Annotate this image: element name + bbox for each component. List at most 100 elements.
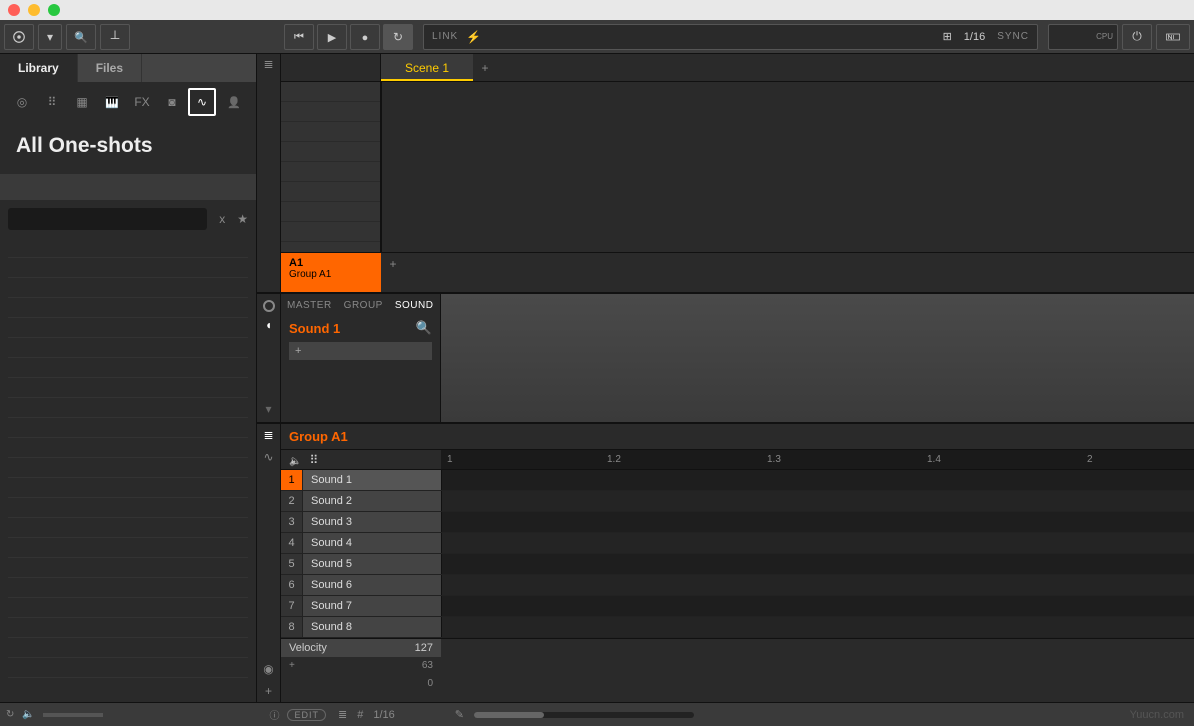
list-item[interactable]: [8, 298, 248, 318]
browser-toggle-button[interactable]: [66, 24, 96, 50]
list-item[interactable]: [8, 318, 248, 338]
favorites-toggle[interactable]: ★: [237, 212, 248, 226]
play-button[interactable]: [317, 24, 347, 50]
file-menu-dropdown[interactable]: ▾: [38, 24, 62, 50]
add-modulation-button[interactable]: +: [289, 657, 295, 675]
sound-number[interactable]: 2: [281, 491, 303, 511]
filter-strip[interactable]: [0, 174, 256, 200]
list-item[interactable]: [8, 518, 248, 538]
mixer-toggle-button[interactable]: [100, 24, 130, 50]
sounds-icon[interactable]: ⠿: [38, 88, 66, 116]
grid-value[interactable]: 1/16: [964, 31, 985, 43]
loop-icon[interactable]: ↻: [6, 709, 14, 720]
velocity-grid[interactable]: [441, 639, 1194, 702]
list-item[interactable]: [8, 638, 248, 658]
hash-icon[interactable]: #: [357, 709, 363, 721]
ideas-view-button[interactable]: ≣: [257, 54, 280, 74]
list-item[interactable]: [8, 578, 248, 598]
list-item[interactable]: [8, 598, 248, 618]
sound-name-cell[interactable]: Sound 5: [303, 554, 441, 574]
search-input[interactable]: [8, 208, 207, 230]
traffic-close[interactable]: [8, 4, 20, 16]
step-grid[interactable]: [441, 575, 1194, 595]
step-grid[interactable]: [441, 596, 1194, 616]
loop-button[interactable]: [383, 24, 413, 50]
scrollbar-track[interactable]: [474, 712, 694, 718]
velocity-label[interactable]: Velocity 127: [281, 639, 441, 657]
link-label[interactable]: LINK: [432, 31, 458, 42]
pe-group-name[interactable]: Group A1: [289, 429, 348, 444]
list-item[interactable]: [8, 338, 248, 358]
sound-number[interactable]: 4: [281, 533, 303, 553]
sound-number[interactable]: 7: [281, 596, 303, 616]
traffic-zoom[interactable]: [48, 4, 60, 16]
mute-icon[interactable]: [289, 453, 301, 467]
step-grid[interactable]: [441, 533, 1194, 553]
sound-name-cell[interactable]: Sound 1: [303, 470, 441, 490]
list-item[interactable]: [8, 558, 248, 578]
step-grid[interactable]: [441, 554, 1194, 574]
velocity-knob-icon[interactable]: ◉: [257, 658, 280, 680]
collapse-icon[interactable]: ▾: [265, 402, 271, 416]
sound-name-cell[interactable]: Sound 3: [303, 512, 441, 532]
list-item[interactable]: [8, 418, 248, 438]
plugin-icon[interactable]: ◖: [265, 318, 272, 332]
scene-tab[interactable]: Scene 1: [381, 54, 473, 81]
plugin-area[interactable]: [441, 294, 1194, 422]
list-item[interactable]: [8, 438, 248, 458]
info-button[interactable]: ⓘ: [269, 707, 279, 722]
sound-name-cell[interactable]: Sound 4: [303, 533, 441, 553]
add-plugin-slot[interactable]: +: [289, 342, 432, 360]
sound-number[interactable]: 1: [281, 470, 303, 490]
record-button[interactable]: [350, 24, 380, 50]
sound-number[interactable]: 6: [281, 575, 303, 595]
list-item[interactable]: [8, 618, 248, 638]
add-lane-button[interactable]: +: [257, 680, 280, 702]
pe-grid-value[interactable]: 1/16: [373, 709, 394, 721]
tab-library[interactable]: Library: [0, 54, 78, 82]
list-item[interactable]: [8, 258, 248, 278]
list-item[interactable]: [8, 378, 248, 398]
results-list[interactable]: [0, 234, 256, 702]
traffic-minimize[interactable]: [28, 4, 40, 16]
sync-label[interactable]: SYNC: [997, 31, 1029, 42]
list-item[interactable]: [8, 238, 248, 258]
tab-master[interactable]: MASTER: [287, 300, 332, 311]
list-item[interactable]: [8, 478, 248, 498]
pad-view-icon[interactable]: ⠿: [309, 453, 318, 467]
fx-icon[interactable]: FX: [128, 88, 156, 116]
step-grid[interactable]: [441, 512, 1194, 532]
step-grid[interactable]: [441, 491, 1194, 511]
tab-sound[interactable]: SOUND: [395, 300, 434, 311]
restart-button[interactable]: [284, 24, 314, 50]
list-item[interactable]: [8, 278, 248, 298]
sound-name-cell[interactable]: Sound 8: [303, 617, 441, 637]
sound-number[interactable]: 5: [281, 554, 303, 574]
sound-name-cell[interactable]: Sound 7: [303, 596, 441, 616]
sound-name[interactable]: Sound 1: [289, 321, 340, 336]
oneshots-icon[interactable]: [188, 88, 216, 116]
user-content-icon[interactable]: [220, 88, 248, 116]
sound-number[interactable]: 3: [281, 512, 303, 532]
groups-icon[interactable]: ◎: [8, 88, 36, 116]
keys-icon[interactable]: [98, 88, 126, 116]
ni-logo-button[interactable]: [1156, 24, 1190, 50]
follow-grid-icon[interactable]: ⊞: [943, 30, 952, 43]
group-view-button[interactable]: ≣: [257, 424, 280, 446]
list-item[interactable]: [8, 358, 248, 378]
list-item[interactable]: [8, 458, 248, 478]
sound-quick-browse-icon[interactable]: 🔍: [416, 320, 432, 336]
audio-engine-button[interactable]: [1122, 24, 1152, 50]
list-item[interactable]: [8, 538, 248, 558]
step-grid[interactable]: [441, 470, 1194, 490]
volume-slider[interactable]: [43, 713, 103, 717]
clear-search-button[interactable]: x: [213, 212, 231, 226]
channel-icon[interactable]: [263, 300, 275, 312]
tab-group[interactable]: GROUP: [344, 300, 383, 311]
sound-number[interactable]: 8: [281, 617, 303, 637]
instruments-icon[interactable]: ▦: [68, 88, 96, 116]
pe-view-icon[interactable]: ≣: [338, 708, 347, 721]
sound-name-cell[interactable]: Sound 6: [303, 575, 441, 595]
pencil-icon[interactable]: ✎: [455, 708, 464, 721]
maschine-logo-button[interactable]: [4, 24, 34, 50]
